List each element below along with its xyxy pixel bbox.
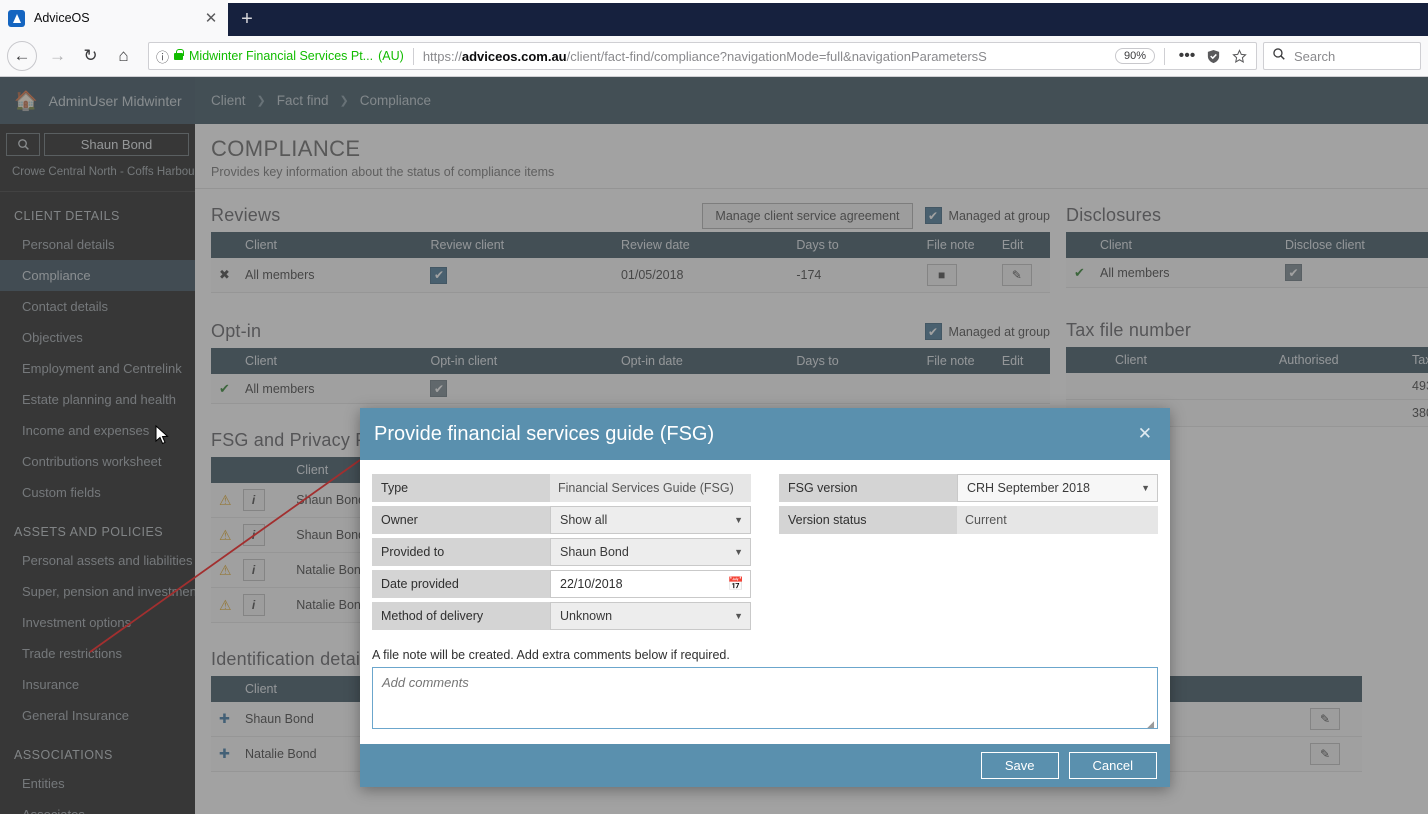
field-value: Shaun Bond [560, 545, 629, 559]
comments-textarea[interactable] [372, 667, 1158, 729]
forward-icon[interactable]: → [41, 40, 74, 73]
modal-body: Type Financial Services Guide (FSG) Owne… [360, 460, 1170, 744]
field-value: 22/10/2018 [560, 577, 623, 591]
search-bar[interactable]: Search [1263, 42, 1421, 70]
page-actions-icon[interactable]: ••• [1174, 43, 1200, 69]
zoom-level-badge[interactable]: 90% [1114, 48, 1155, 64]
back-icon[interactable]: ← [7, 41, 37, 71]
adviceos-favicon [8, 9, 25, 27]
field-value: Financial Services Guide (FSG) [550, 474, 751, 502]
field-value: Unknown [560, 609, 613, 623]
navigation-toolbar: ← → ↻ ⌂ ⓘ Midwinter Financial Services P… [0, 36, 1428, 77]
field-value: Current [957, 506, 1158, 534]
field-version-status: Version status Current [779, 506, 1158, 534]
close-icon[interactable]: ✕ [202, 9, 220, 27]
field-type: Type Financial Services Guide (FSG) [372, 474, 751, 502]
home-icon[interactable]: ⌂ [107, 40, 140, 73]
identity-org: Midwinter Financial Services Pt... [189, 49, 374, 63]
save-button[interactable]: Save [980, 752, 1059, 779]
close-icon[interactable]: ✕ [1134, 424, 1156, 444]
field-method-of-delivery: Method of delivery Unknown ▼ [372, 602, 751, 630]
url-divider [412, 47, 414, 65]
field-value: Show all [560, 513, 608, 527]
date-provided-input[interactable]: 22/10/2018 📅 [550, 570, 751, 598]
tab-bar: AdviceOS ✕ + [0, 0, 1428, 36]
calendar-icon[interactable]: 📅 [728, 576, 744, 592]
field-label: Version status [779, 506, 957, 534]
form-column-right: FSG version CRH September 2018 ▼ Version… [779, 474, 1158, 634]
field-label: Type [372, 474, 550, 502]
field-label: Owner [372, 506, 550, 534]
browser-window: AdviceOS ✕ + ← → ↻ ⌂ ⓘ Midwinter Financi… [0, 0, 1428, 814]
field-owner: Owner Show all ▼ [372, 506, 751, 534]
search-icon [1272, 47, 1286, 66]
chevron-down-icon: ▼ [734, 547, 743, 557]
chevron-down-icon: ▼ [1141, 483, 1150, 493]
fsg-modal: Provide financial services guide (FSG) ✕… [360, 408, 1170, 787]
app-viewport: 🏠 AdminUser Midwinter Client ❯ Fact find… [0, 77, 1428, 814]
lock-icon [174, 48, 184, 60]
field-label: Method of delivery [372, 602, 550, 630]
chevron-down-icon: ▼ [734, 515, 743, 525]
form-columns: Type Financial Services Guide (FSG) Owne… [372, 474, 1158, 634]
file-note-message: A file note will be created. Add extra c… [372, 648, 730, 662]
shield-icon[interactable] [1200, 43, 1226, 69]
provided-to-select[interactable]: Shaun Bond ▼ [550, 538, 751, 566]
field-fsg-version: FSG version CRH September 2018 ▼ [779, 474, 1158, 502]
field-date-provided: Date provided 22/10/2018 📅 [372, 570, 751, 598]
form-column-left: Type Financial Services Guide (FSG) Owne… [372, 474, 751, 634]
address-bar[interactable]: ⓘ Midwinter Financial Services Pt... (AU… [148, 42, 1257, 70]
identity-country: (AU) [378, 49, 404, 63]
url-divider-2 [1164, 47, 1165, 65]
modal-footer: Save Cancel [360, 744, 1170, 787]
bookmark-star-icon[interactable] [1226, 43, 1252, 69]
chevron-down-icon: ▼ [734, 611, 743, 621]
owner-select[interactable]: Show all ▼ [550, 506, 751, 534]
tab-title: AdviceOS [34, 11, 90, 25]
search-input[interactable]: Search [1294, 49, 1335, 64]
field-value: CRH September 2018 [967, 481, 1090, 495]
field-label: Provided to [372, 538, 550, 566]
fsg-version-select[interactable]: CRH September 2018 ▼ [957, 474, 1158, 502]
field-provided-to: Provided to Shaun Bond ▼ [372, 538, 751, 566]
field-label: Date provided [372, 570, 550, 598]
browser-tab[interactable]: AdviceOS ✕ [0, 0, 228, 36]
new-tab-button[interactable]: + [228, 3, 266, 36]
method-of-delivery-select[interactable]: Unknown ▼ [550, 602, 751, 630]
reload-icon[interactable]: ↻ [74, 40, 107, 73]
mouse-cursor [155, 425, 169, 445]
modal-title: Provide financial services guide (FSG) [374, 422, 715, 445]
field-label: FSG version [779, 474, 957, 502]
modal-header: Provide financial services guide (FSG) ✕ [360, 408, 1170, 460]
url-text: https://adviceos.com.au/client/fact-find… [422, 48, 987, 64]
page-info-icon[interactable]: ⓘ [156, 47, 169, 66]
cancel-button[interactable]: Cancel [1068, 752, 1157, 779]
comments-wrapper: ◢ [372, 667, 1158, 734]
